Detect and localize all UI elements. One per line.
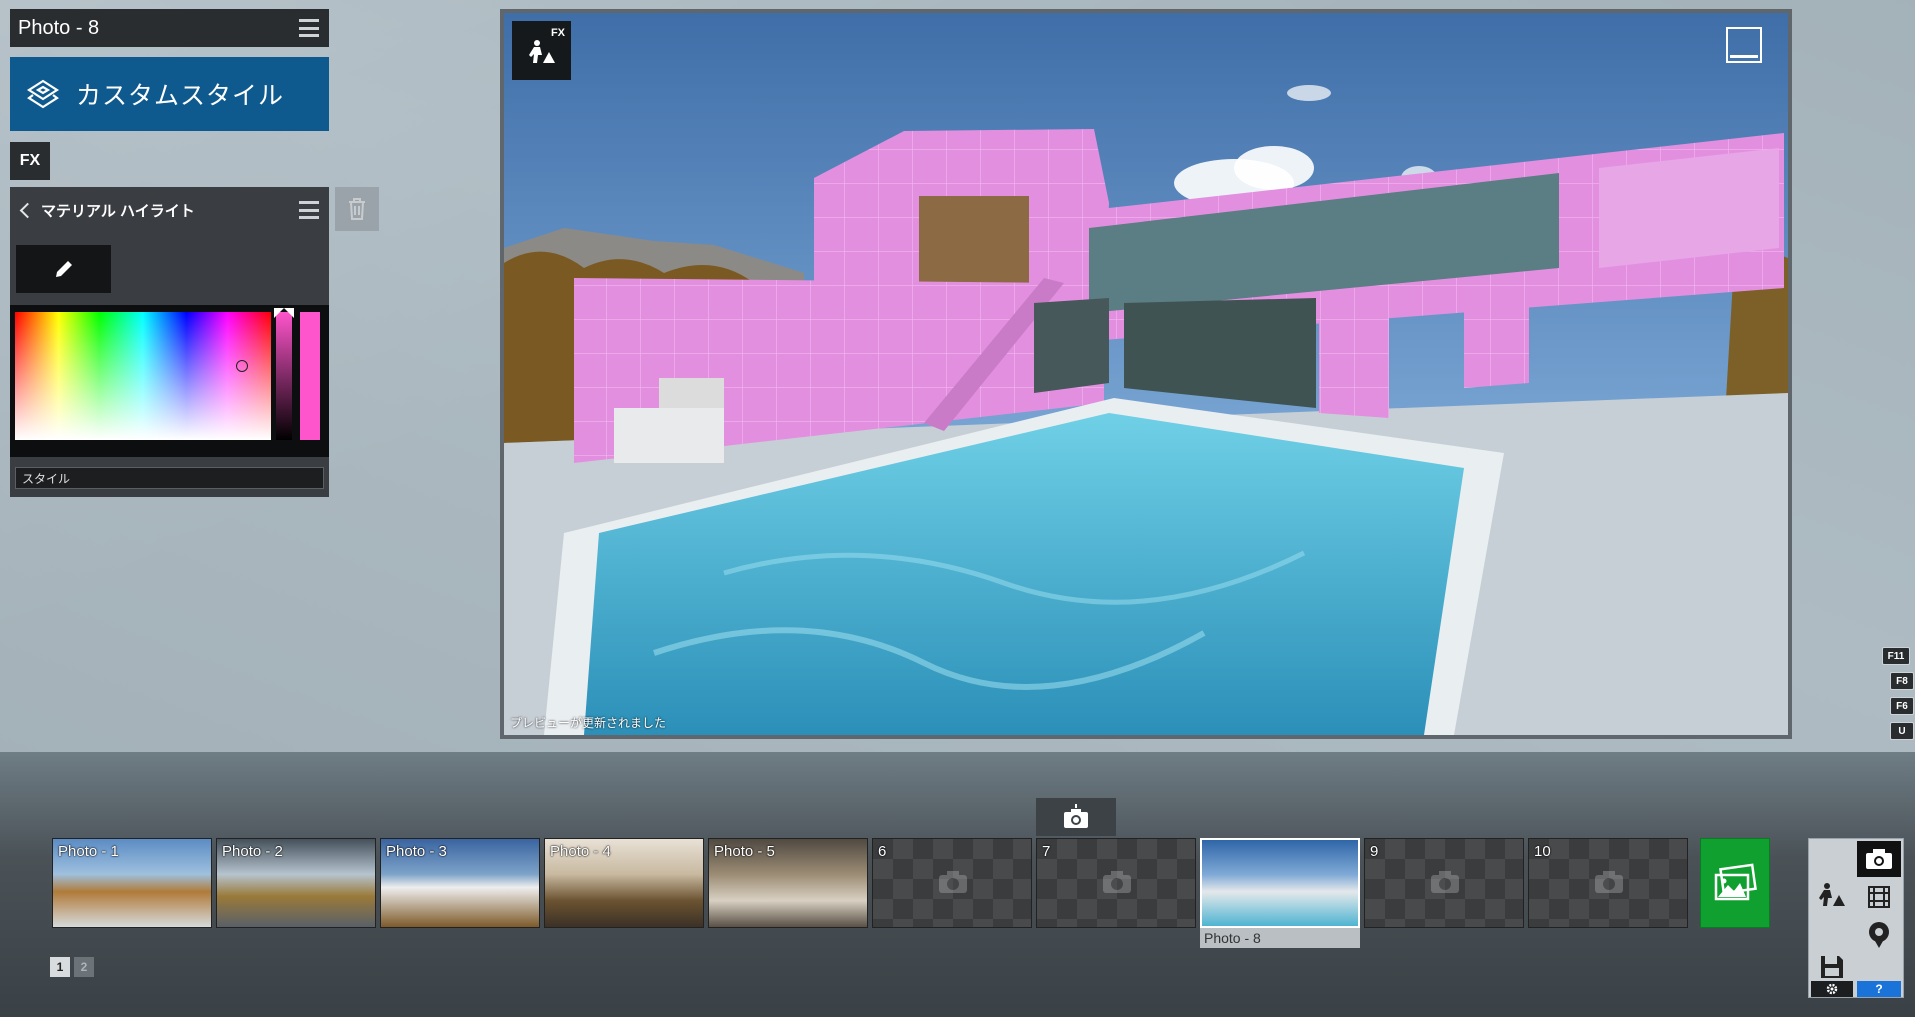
worker-icon bbox=[528, 39, 555, 63]
fx-button[interactable]: FX bbox=[10, 142, 50, 180]
thumbnail-label: 6 bbox=[878, 843, 887, 860]
page-2-button[interactable]: 2 bbox=[74, 957, 94, 977]
brightness-slider-handle[interactable] bbox=[274, 308, 294, 318]
effect-title: マテリアル ハイライト bbox=[41, 202, 195, 220]
chevron-left-icon bbox=[19, 202, 36, 219]
effect-menu-icon[interactable] bbox=[299, 201, 319, 219]
selected-thumbnail-caption: Photo - 8 bbox=[1200, 928, 1360, 948]
page-1-button[interactable]: 1 bbox=[50, 957, 70, 977]
camera-placeholder-icon bbox=[1103, 871, 1131, 893]
camera-placeholder-icon bbox=[939, 871, 967, 893]
thumbnail-4[interactable]: Photo - 4 bbox=[544, 838, 704, 928]
thumbnail-2[interactable]: Photo - 2 bbox=[216, 838, 376, 928]
thumbnail-label: Photo - 3 bbox=[386, 843, 447, 860]
delete-effect-button[interactable] bbox=[335, 187, 379, 231]
shortcut-u-key[interactable]: U bbox=[1890, 722, 1914, 740]
photo-title-bar: Photo - 8 bbox=[10, 9, 329, 47]
layers-icon bbox=[26, 79, 60, 109]
scene-image bbox=[504, 13, 1788, 735]
thumbnail-label: Photo - 1 bbox=[58, 843, 119, 860]
pencil-icon bbox=[55, 261, 72, 277]
window-mode-button[interactable] bbox=[1726, 27, 1762, 63]
edit-pencil-button[interactable] bbox=[16, 245, 111, 293]
selected-color-swatch bbox=[300, 312, 320, 440]
effect-header: マテリアル ハイライト bbox=[10, 187, 329, 233]
preview-status: プレビューが更新されました bbox=[510, 716, 667, 730]
fx-toggle-button[interactable]: FX bbox=[512, 21, 571, 80]
thumbnail-label: Photo - 5 bbox=[714, 843, 775, 860]
panorama-pin-icon bbox=[1869, 922, 1889, 948]
help-button[interactable]: ? bbox=[1857, 981, 1901, 997]
settings-button[interactable] bbox=[1811, 981, 1853, 997]
shortcut-f8-key[interactable]: F8 bbox=[1890, 672, 1914, 690]
fx-toggle-label: FX bbox=[550, 27, 565, 39]
thumbnail-label: 7 bbox=[1042, 843, 1051, 860]
save-button[interactable] bbox=[1809, 949, 1855, 985]
modeling-mode-button[interactable] bbox=[1809, 839, 1855, 949]
thumbnail-10-empty[interactable]: 10 bbox=[1528, 838, 1688, 928]
style-input[interactable]: スタイル bbox=[15, 467, 324, 489]
video-mode-button[interactable] bbox=[1857, 879, 1901, 915]
thumbnail-7-empty[interactable]: 7 bbox=[1036, 838, 1196, 928]
gallery-icon bbox=[1714, 863, 1757, 901]
photo-title: Photo - 8 bbox=[18, 16, 100, 39]
thumbnail-6-empty[interactable]: 6 bbox=[872, 838, 1032, 928]
brightness-slider[interactable] bbox=[276, 312, 292, 440]
gear-icon bbox=[1826, 983, 1838, 995]
thumbnail-label: Photo - 2 bbox=[222, 843, 283, 860]
render-preview[interactable]: FX プレビューが更新されました bbox=[500, 9, 1792, 739]
shortcut-f6-key[interactable]: F6 bbox=[1890, 697, 1914, 715]
photo-gallery-button[interactable] bbox=[1700, 838, 1770, 928]
thumbnail-3[interactable]: Photo - 3 bbox=[380, 838, 540, 928]
effect-back-button[interactable]: マテリアル ハイライト bbox=[19, 200, 195, 221]
thumbnail-5[interactable]: Photo - 5 bbox=[708, 838, 868, 928]
title-menu-icon[interactable] bbox=[299, 19, 319, 37]
camera-icon bbox=[1866, 849, 1892, 869]
thumbnail-8-selected[interactable] bbox=[1200, 838, 1360, 928]
effect-panel: マテリアル ハイライト スタイル bbox=[10, 187, 329, 497]
camera-placeholder-icon bbox=[1595, 871, 1623, 893]
thumbnail-1[interactable]: Photo - 1 bbox=[52, 838, 212, 928]
thumbnail-label: 10 bbox=[1534, 843, 1551, 860]
style-name: カスタムスタイル bbox=[76, 82, 285, 110]
film-strip-icon bbox=[1868, 886, 1890, 908]
panorama-mode-button[interactable] bbox=[1857, 917, 1901, 953]
trash-icon bbox=[349, 198, 365, 220]
thumbnail-label: 9 bbox=[1370, 843, 1379, 860]
mode-toolbar: ? bbox=[1808, 838, 1904, 998]
capture-photo-button[interactable] bbox=[1036, 798, 1116, 836]
color-spectrum[interactable] bbox=[15, 312, 271, 440]
color-picker-handle[interactable] bbox=[236, 360, 248, 372]
camera-placeholder-icon bbox=[1431, 871, 1459, 893]
thumbnail-label: Photo - 4 bbox=[550, 843, 611, 860]
thumbnail-9-empty[interactable]: 9 bbox=[1364, 838, 1524, 928]
photo-mode-button[interactable] bbox=[1857, 841, 1901, 877]
camera-plus-icon bbox=[1064, 804, 1088, 828]
floppy-disk-icon bbox=[1821, 956, 1843, 978]
shortcut-f11-key[interactable]: F11 bbox=[1882, 647, 1910, 665]
style-selector-button[interactable]: カスタムスタイル bbox=[10, 57, 329, 131]
color-picker bbox=[10, 305, 329, 457]
worker-icon bbox=[1819, 883, 1845, 906]
